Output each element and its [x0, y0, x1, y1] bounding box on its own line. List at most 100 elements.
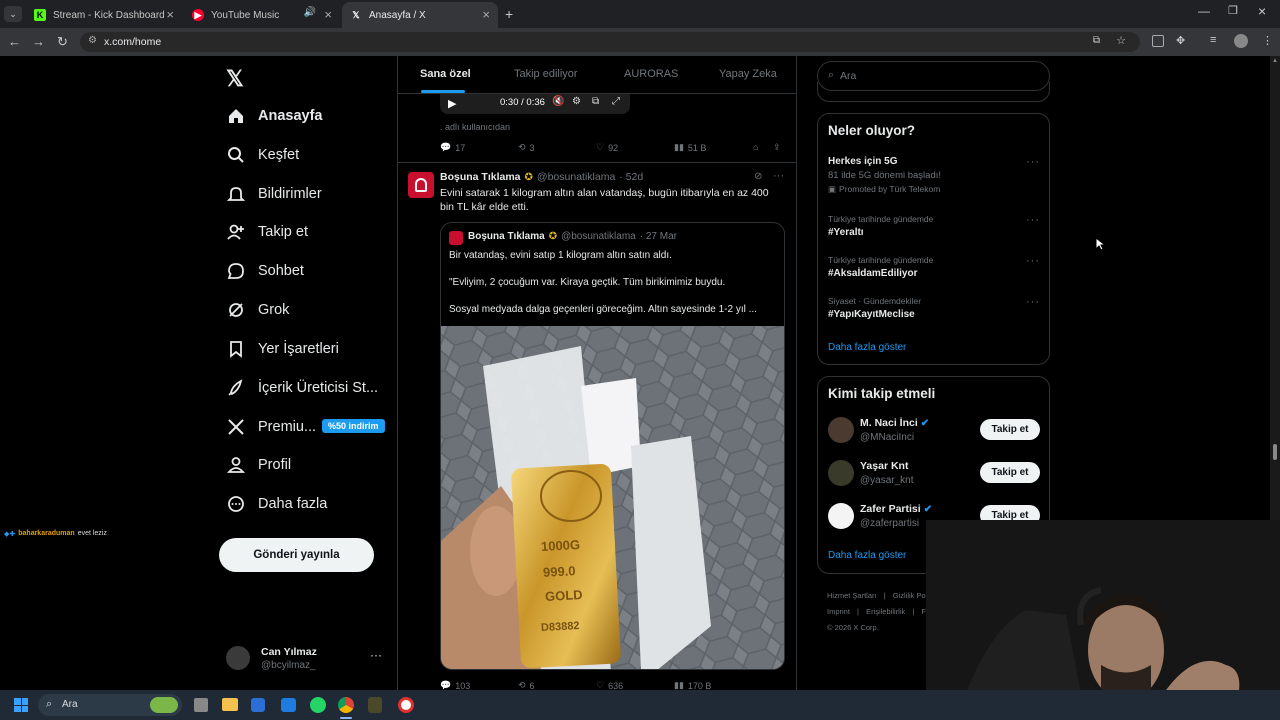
tab-youtube-music[interactable]: ▶ YouTube Music 🔊 ×	[184, 2, 340, 28]
nav-item-rocket[interactable]: İçerik Üreticisi St...	[226, 374, 378, 402]
more-icon[interactable]: ···	[370, 648, 382, 662]
mute-icon[interactable]: 🔇	[552, 96, 564, 107]
nav-item-bookmark[interactable]: Yer İşaretleri	[226, 335, 339, 363]
file-explorer-icon[interactable]	[222, 698, 238, 711]
mail-icon[interactable]	[281, 698, 296, 712]
media-control-icon[interactable]: ≡	[1210, 34, 1216, 46]
reply-button[interactable]: 💬 103	[440, 680, 470, 690]
minimize-button[interactable]: —	[1198, 4, 1210, 18]
tweet-author-handle[interactable]: @bosunatiklama	[537, 171, 615, 183]
footer-link[interactable]: Hizmet Şartları	[827, 591, 877, 600]
follow-suggestion[interactable]: M. Naci İnci ✔ @MNaciInci Takip et	[828, 415, 1040, 447]
trend-more-icon[interactable]: ···	[1026, 156, 1040, 168]
tab-auroras[interactable]: AURORAS	[624, 68, 678, 80]
close-window-button[interactable]: ×	[1258, 3, 1266, 19]
follow-suggestion[interactable]: Yaşar Knt @yasar_knt Takip et	[828, 458, 1040, 490]
extension-icon[interactable]	[1152, 35, 1164, 47]
taskbar-search[interactable]: ⌕ Ara	[38, 694, 182, 716]
chrome-icon[interactable]	[338, 697, 354, 713]
scrollbar-thumb[interactable]	[1273, 444, 1277, 460]
show-more-follow-link[interactable]: Daha fazla göster	[828, 550, 906, 561]
x-logo[interactable]: 𝕏	[226, 66, 244, 92]
footer-link[interactable]: Gizlilik Po	[893, 591, 926, 600]
account-switcher[interactable]: Can Yılmaz @bcyilmaz_ ···	[226, 644, 386, 680]
back-icon[interactable]: ←	[8, 34, 21, 49]
footer-link[interactable]: Erişilebilirlik	[866, 607, 905, 616]
speaker-icon[interactable]: 🔊	[304, 7, 316, 18]
trend-item[interactable]: Herkes için 5G 81 ilde 5G dönemi başladı…	[828, 156, 1040, 195]
trend-item[interactable]: Türkiye tarihinde gündemde #Yeraltı ···	[828, 214, 1040, 238]
store-icon[interactable]	[251, 698, 265, 712]
nav-item-follow[interactable]: Takip et	[226, 218, 308, 246]
nav-item-grok[interactable]: Grok	[226, 296, 289, 324]
quote-tweet[interactable]: Boşuna Tıklama ✪ @bosunatiklama · 27 Mar…	[440, 222, 785, 670]
retweet-button[interactable]: ⟲ 3	[518, 142, 535, 153]
trend-item[interactable]: Türkiye tarihinde gündemde #AksaİdamEdil…	[828, 255, 1040, 279]
tweet-author-name[interactable]: Boşuna Tıklama	[440, 171, 521, 183]
profile-avatar-icon[interactable]	[1234, 34, 1248, 48]
close-tab-icon[interactable]: ×	[166, 7, 174, 22]
gold-bar-photo[interactable]: 1000G 999.0 GOLD D83882	[441, 326, 784, 669]
retweet-button[interactable]: ⟲ 6	[518, 680, 535, 690]
address-bar[interactable]: ⚙ x.com/home ⧉ ☆	[80, 32, 1140, 52]
like-button[interactable]: ♡ 92	[596, 142, 618, 153]
scroll-up-icon[interactable]: ▲	[1272, 58, 1278, 64]
whatsapp-icon[interactable]	[310, 697, 326, 713]
pip-icon[interactable]: ⧉	[592, 96, 599, 107]
nav-item-x[interactable]: Premiu...	[226, 413, 316, 441]
tab-yapay-zeka[interactable]: Yapay Zeka	[719, 68, 777, 80]
site-info-icon[interactable]: ⚙	[88, 35, 97, 46]
fullscreen-icon[interactable]: ⤢	[612, 96, 620, 107]
nav-item-more[interactable]: Daha fazla	[226, 490, 327, 518]
post-button[interactable]: Gönderi yayınla	[219, 538, 374, 572]
task-view-icon[interactable]	[194, 698, 208, 712]
footer-link[interactable]: Imprint	[827, 607, 850, 616]
bookmark-button[interactable]: ⌂	[753, 142, 758, 152]
reply-button[interactable]: 💬 17	[440, 142, 465, 153]
nav-item-bell[interactable]: Bildirimler	[226, 180, 322, 208]
follow-button[interactable]: Takip et	[980, 462, 1040, 483]
tab-x-home[interactable]: 𝕏 Anasayfa / X ×	[342, 2, 498, 28]
tab-for-you[interactable]: Sana özel	[420, 68, 471, 80]
nav-item-home[interactable]: Anasayfa	[226, 102, 322, 130]
settings-icon[interactable]: ⚙	[572, 96, 581, 107]
tweet-divider	[398, 162, 796, 163]
tweet-more-icon[interactable]: ···	[773, 170, 784, 182]
close-tab-icon[interactable]: ×	[324, 7, 332, 22]
tab-search-button[interactable]: ⌄	[4, 6, 22, 22]
tab-kick[interactable]: K Stream - Kick Dashboard ×	[26, 2, 182, 28]
app-icon[interactable]	[368, 697, 382, 713]
share-button[interactable]: ⇪	[773, 142, 781, 153]
url-text[interactable]: x.com/home	[104, 36, 161, 48]
nav-item-profile[interactable]: Profil	[226, 451, 291, 479]
video-player-controls[interactable]: ▶ 0:30 / 0:36 🔇 ⚙ ⧉ ⤢	[440, 94, 630, 114]
extensions-puzzle-icon[interactable]: ✥	[1176, 34, 1185, 47]
reload-icon[interactable]: ↻	[57, 34, 68, 50]
tweet-time[interactable]: · 52d	[619, 171, 643, 183]
forward-icon[interactable]: →	[32, 34, 45, 49]
show-more-trends-link[interactable]: Daha fazla göster	[828, 342, 906, 353]
tab-following[interactable]: Takip ediliyor	[514, 68, 578, 80]
search-placeholder[interactable]: Ara	[840, 70, 856, 82]
close-tab-icon[interactable]: ×	[482, 7, 490, 22]
install-app-icon[interactable]: ⧉	[1093, 35, 1100, 46]
play-icon[interactable]: ▶	[448, 97, 456, 110]
bookmark-star-icon[interactable]: ☆	[1116, 34, 1126, 47]
nav-item-search[interactable]: Keşfet	[226, 141, 299, 169]
windows-start-icon[interactable]	[14, 698, 28, 712]
grok-icon[interactable]: ⊘	[754, 171, 762, 182]
views-button[interactable]: ▮▮ 51 B	[674, 142, 706, 153]
trend-more-icon[interactable]: ···	[1026, 214, 1040, 226]
trend-item[interactable]: Siyaset · Gündemdekiler #YapıKayıtMeclis…	[828, 296, 1040, 320]
maximize-button[interactable]: ❐	[1228, 4, 1238, 17]
nav-item-chat[interactable]: Sohbet	[226, 257, 304, 285]
trend-more-icon[interactable]: ···	[1026, 296, 1040, 308]
new-tab-button[interactable]: +	[505, 6, 513, 22]
views-button[interactable]: ▮▮ 170 B	[674, 680, 711, 690]
follow-button[interactable]: Takip et	[980, 419, 1040, 440]
obs-icon[interactable]	[398, 697, 414, 713]
browser-menu-icon[interactable]: ⋮	[1262, 34, 1273, 47]
like-button[interactable]: ♡ 636	[596, 680, 623, 690]
trend-more-icon[interactable]: ···	[1026, 255, 1040, 267]
tweet-author-avatar[interactable]	[408, 172, 434, 198]
